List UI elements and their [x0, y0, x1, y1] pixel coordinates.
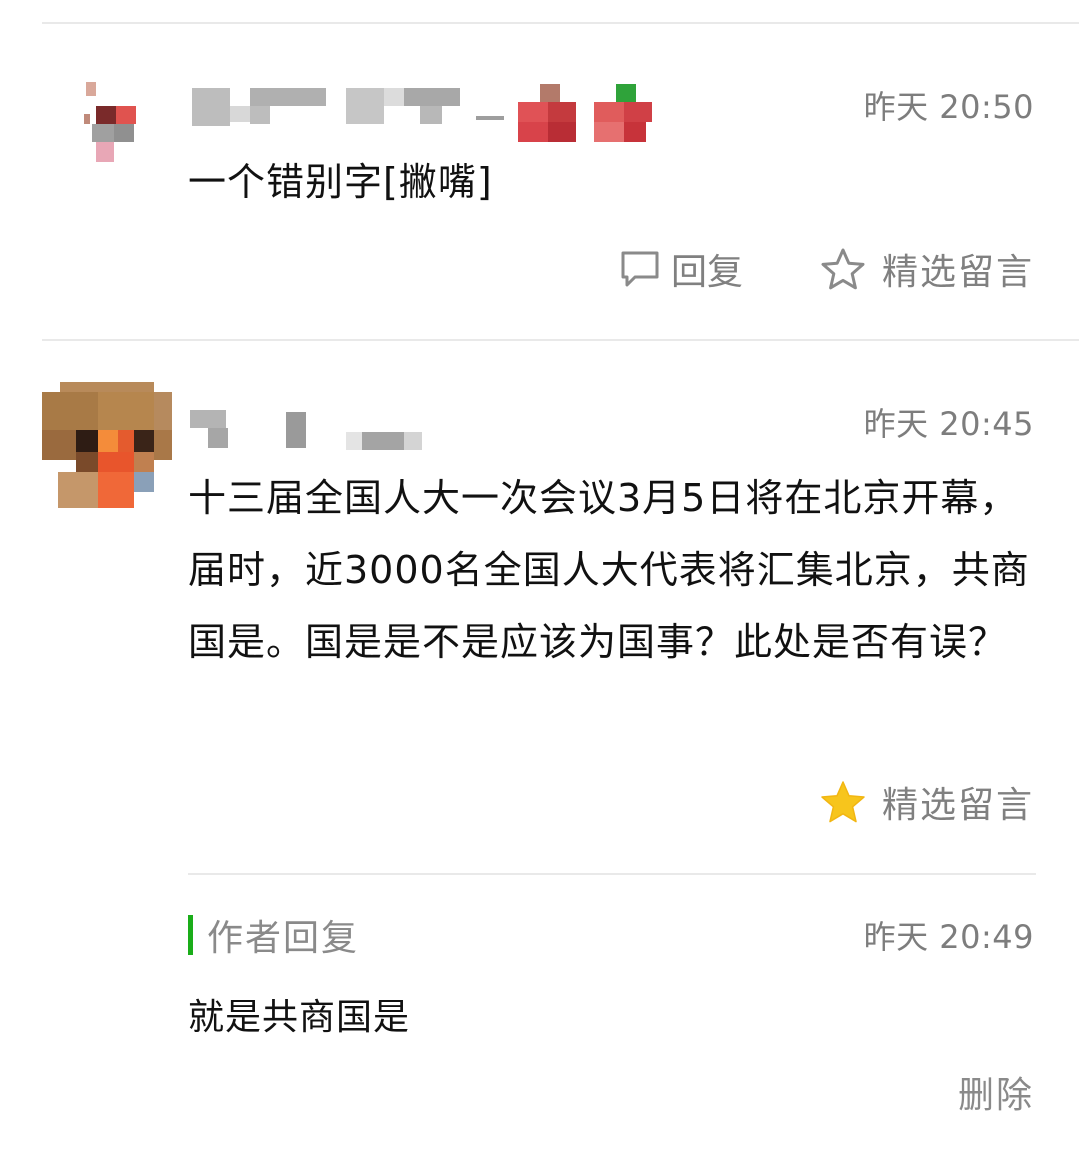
reply-label: 回复 — [671, 252, 744, 293]
author-reply-divider — [188, 873, 1036, 875]
comment-text: 十三届全国人大一次会议3月5日将在北京开幕，届时，近3000名全国人大代表将汇集… — [188, 476, 1030, 664]
author-reply-time: 昨天 20:49 — [863, 918, 1034, 956]
comment-time: 昨天 20:50 — [863, 88, 1034, 126]
author-reply-label: 作者回复 — [207, 918, 360, 959]
feature-comment-button[interactable]: 精选留言 — [820, 243, 1034, 295]
avatar[interactable] — [42, 382, 172, 508]
comment-bubble-icon — [619, 249, 661, 289]
author-name-blurred — [190, 84, 660, 146]
comment-divider — [42, 339, 1079, 341]
comment-time: 昨天 20:45 — [863, 405, 1034, 443]
reply-button[interactable]: 回复 — [619, 243, 743, 295]
author-reply-heading: 作者回复 — [188, 909, 359, 961]
author-name-blurred — [190, 410, 430, 452]
feature-label: 精选留言 — [881, 252, 1034, 293]
top-divider — [42, 22, 1079, 24]
star-outline-icon — [820, 247, 866, 291]
feature-comment-button[interactable]: 精选留言 — [820, 776, 1034, 828]
delete-button[interactable]: 删除 — [958, 1066, 1034, 1118]
star-filled-icon — [820, 780, 866, 824]
feature-label: 精选留言 — [881, 785, 1034, 826]
green-accent-bar — [188, 915, 193, 955]
avatar[interactable] — [80, 80, 138, 164]
author-reply-text: 就是共商国是 — [188, 997, 411, 1038]
comment-text: 一个错别字[撇嘴] — [188, 160, 493, 204]
